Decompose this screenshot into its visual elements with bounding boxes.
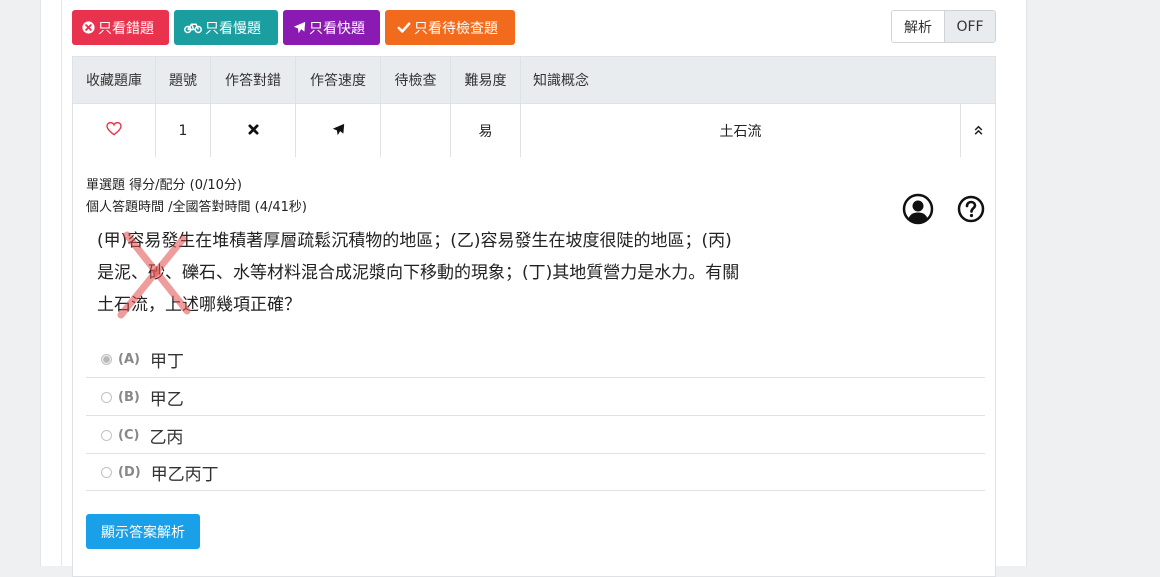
option-b-radio[interactable]	[101, 391, 112, 403]
filter-wrong-button[interactable]: 只看錯題	[72, 10, 169, 45]
wrong-mark-icon	[117, 231, 191, 319]
question-table: 收藏題庫 題號 作答對錯 作答速度 待檢查 難易度 知識概念 1 易 土石流	[72, 56, 996, 159]
question-type-score: 單選題 得分/配分 (0/10分)	[86, 178, 242, 193]
concept-cell: 土石流	[520, 103, 961, 159]
content-border	[61, 0, 62, 566]
filter-check-label: 只看待檢查題	[414, 20, 498, 37]
question-line: 是泥、砂、礫石、水等材料混合成泥漿向下移動的現象；(丁)其地質營力是水力。有關	[97, 263, 740, 283]
filter-wrong-label: 只看錯題	[98, 20, 154, 37]
times-icon	[247, 124, 259, 135]
check-icon	[397, 21, 411, 33]
user-circle-icon[interactable]	[902, 193, 934, 225]
question-line: (甲)容易發生在堆積著厚層疏鬆沉積物的地區；(乙)容易發生在坡度很陡的地區；(丙…	[97, 231, 732, 251]
option-a[interactable]: (A) 甲丁	[86, 341, 985, 378]
filter-toolbar: 只看錯題 只看慢題 只看快題 只看待檢查題	[72, 10, 515, 45]
filter-slow-label: 只看慢題	[205, 20, 261, 37]
filter-fast-button[interactable]: 只看快題	[283, 10, 380, 45]
option-c[interactable]: (C) 乙丙	[86, 417, 985, 454]
header-pending: 待檢查	[380, 56, 451, 104]
plane-icon	[293, 21, 306, 34]
option-b-text: 甲乙	[149, 389, 184, 410]
option-a-text: 甲丁	[149, 351, 184, 372]
header-speed: 作答速度	[295, 56, 381, 104]
table-header-row: 收藏題庫 題號 作答對錯 作答速度 待檢查 難易度 知識概念	[72, 56, 996, 104]
explanation-toggle[interactable]: 解析 OFF	[891, 10, 996, 43]
question-circle-icon[interactable]	[957, 195, 985, 223]
show-answer-button[interactable]: 顯示答案解析	[86, 514, 200, 549]
option-d[interactable]: (D) 甲乙丙丁	[86, 454, 985, 491]
question-number: 1	[155, 103, 211, 159]
answer-time-info: 個人答題時間 /全國答對時間 (4/41秒)	[86, 200, 307, 215]
times-circle-icon	[82, 21, 95, 34]
filter-fast-label: 只看快題	[309, 20, 365, 37]
option-c-radio[interactable]	[101, 429, 112, 441]
expand-cell[interactable]	[960, 103, 996, 159]
option-c-text: 乙丙	[149, 427, 184, 448]
header-correctness: 作答對錯	[210, 56, 296, 104]
header-concept: 知識概念	[520, 56, 996, 104]
header-number: 題號	[155, 56, 211, 104]
filter-check-button[interactable]: 只看待檢查題	[385, 10, 515, 45]
header-difficulty: 難易度	[450, 56, 521, 104]
explanation-toggle-label: 解析	[892, 11, 945, 42]
question-detail-panel: 單選題 得分/配分 (0/10分) 個人答題時間 /全國答對時間 (4/41秒)…	[72, 157, 996, 577]
option-b-label: (B)	[118, 389, 140, 405]
heart-icon[interactable]	[106, 121, 122, 136]
favorite-cell[interactable]	[72, 103, 156, 159]
option-a-radio[interactable]	[101, 353, 112, 365]
option-d-text: 甲乙丙丁	[150, 464, 219, 485]
question-text: (甲)容易發生在堆積著厚層疏鬆沉積物的地區；(乙)容易發生在坡度很陡的地區；(丙…	[97, 225, 817, 321]
explanation-toggle-off[interactable]: OFF	[945, 11, 995, 42]
option-c-label: (C)	[118, 427, 140, 443]
speed-cell	[295, 103, 381, 159]
bicycle-icon	[184, 23, 202, 33]
option-b[interactable]: (B) 甲乙	[86, 379, 985, 416]
filter-slow-button[interactable]: 只看慢題	[174, 10, 278, 45]
chevron-double-up-icon[interactable]	[974, 125, 983, 135]
difficulty-cell: 易	[450, 103, 521, 159]
table-row: 1 易 土石流	[72, 103, 996, 159]
correctness-cell	[210, 103, 296, 159]
plane-icon	[332, 123, 344, 135]
header-favorite: 收藏題庫	[72, 56, 156, 104]
option-a-label: (A)	[118, 351, 140, 367]
option-d-label: (D)	[118, 464, 141, 480]
question-line: 土石流，上述哪幾項正確？	[97, 295, 301, 315]
pending-cell	[380, 103, 451, 159]
option-d-radio[interactable]	[101, 466, 112, 478]
